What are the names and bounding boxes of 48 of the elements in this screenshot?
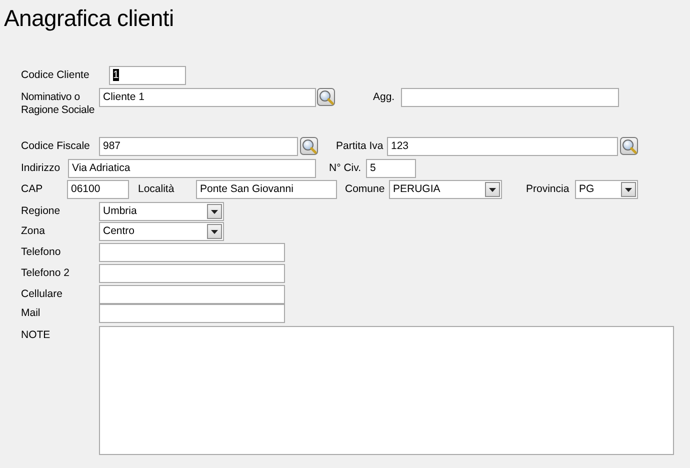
field-label: N° Civ.	[329, 161, 362, 175]
field-label: CAP	[21, 182, 44, 196]
caret-icon	[211, 210, 218, 214]
search-button[interactable]	[300, 137, 318, 155]
field-label: Indirizzo	[21, 161, 62, 175]
text-field[interactable]: Ponte San Giovanni	[196, 180, 337, 199]
dropdown-button[interactable]	[207, 204, 222, 219]
field-label: Cellulare	[21, 287, 64, 301]
text-field[interactable]	[401, 88, 619, 107]
field-label: Telefono 2	[21, 266, 70, 280]
caret-icon	[211, 230, 218, 234]
text-field[interactable]: 06100	[67, 180, 129, 199]
text-field[interactable]: 1	[109, 66, 186, 85]
text-field[interactable]	[99, 264, 285, 283]
field-label: Telefono	[21, 245, 62, 259]
notes-field[interactable]	[99, 326, 674, 455]
text-field[interactable]	[99, 243, 285, 262]
dropdown-field[interactable]: Centro	[99, 222, 224, 241]
dropdown-field[interactable]: PERUGIA	[389, 180, 502, 199]
page-title: Anagrafica clienti	[4, 5, 174, 31]
field-label: NOTE	[21, 328, 52, 342]
dropdown-button[interactable]	[485, 182, 500, 197]
dropdown-field[interactable]: Umbria	[99, 202, 224, 221]
text-field[interactable]: Cliente 1	[99, 88, 316, 107]
search-button[interactable]	[620, 137, 638, 155]
field-label: Provincia	[526, 182, 570, 196]
text-field[interactable]: 5	[366, 159, 416, 178]
text-field[interactable]	[99, 285, 285, 304]
text-field[interactable]: 123	[387, 137, 618, 156]
text-field[interactable]	[99, 304, 285, 323]
dropdown-field[interactable]: PG	[575, 180, 638, 199]
field-label: Partita Iva	[336, 139, 384, 153]
caret-icon	[625, 188, 632, 192]
caret-icon	[489, 188, 496, 192]
field-label: Comune	[345, 182, 386, 196]
field-label: Mail	[21, 306, 42, 320]
text-field[interactable]: 987	[99, 137, 298, 156]
field-label: Agg.	[373, 90, 396, 104]
field-label: Regione	[21, 204, 62, 218]
search-button[interactable]	[317, 88, 335, 106]
field-label: Nominativo o Ragione Sociale	[21, 90, 96, 117]
field-label: Codice Fiscale	[21, 139, 91, 153]
text-field[interactable]: Via Adriatica	[68, 159, 316, 178]
field-label: Codice Cliente	[21, 68, 90, 82]
dropdown-button[interactable]	[621, 182, 636, 197]
field-label: Località	[138, 182, 176, 196]
field-label: Zona	[21, 224, 46, 238]
dropdown-button[interactable]	[207, 224, 222, 239]
